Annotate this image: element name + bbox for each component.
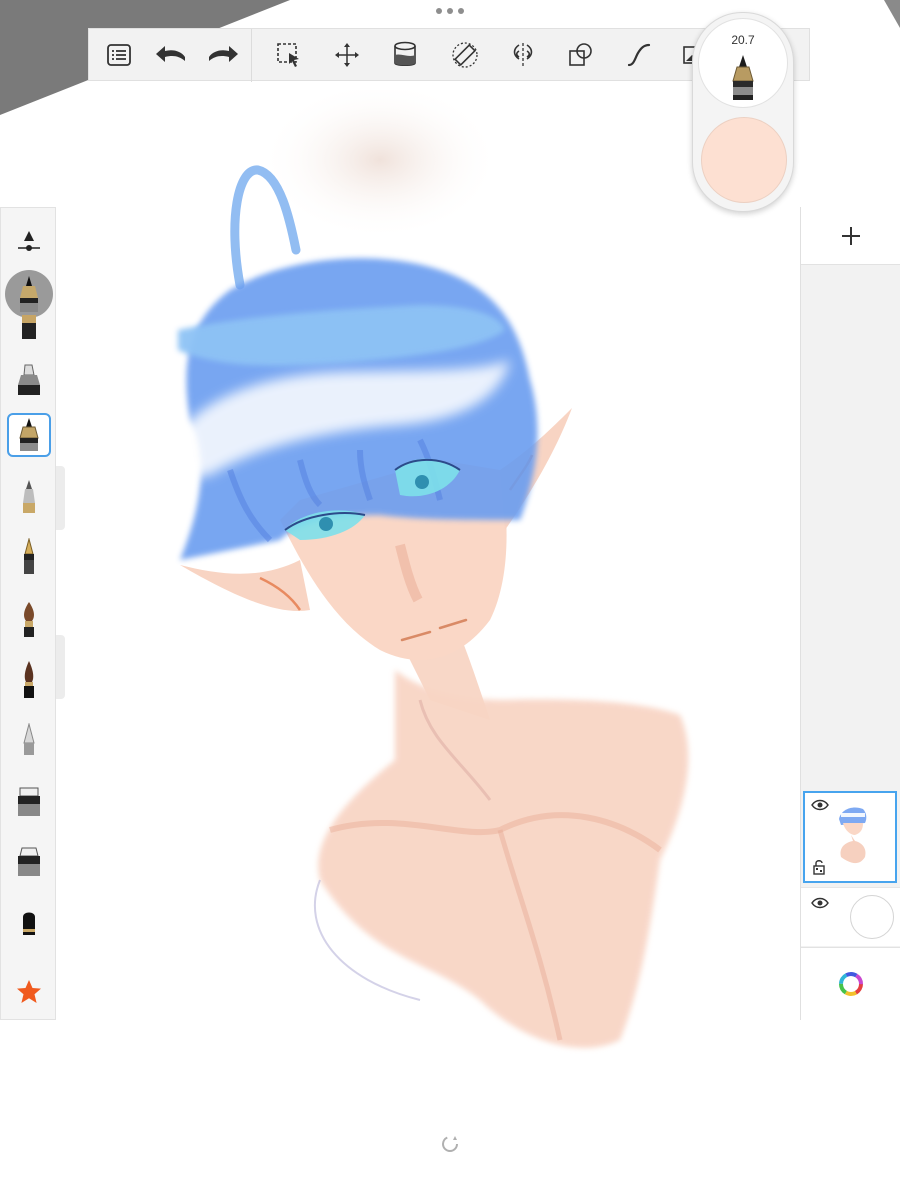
undo-icon[interactable] (153, 37, 189, 73)
inking-pen-icon[interactable] (7, 413, 51, 457)
left-ear (180, 560, 310, 611)
palette-edge-tab[interactable] (56, 466, 65, 530)
sync-icon[interactable] (440, 1134, 460, 1154)
drawing-canvas[interactable] (150, 90, 770, 1080)
more-menu-button[interactable] (436, 6, 464, 16)
paint-brush-icon[interactable] (7, 598, 51, 642)
current-color-swatch[interactable] (701, 117, 787, 203)
add-layer-button[interactable] (801, 207, 900, 265)
canvas-corner-shadow-right (884, 0, 900, 28)
brush-size-control[interactable]: 20.7 (698, 18, 788, 108)
ballpoint-pen-icon[interactable] (7, 475, 51, 519)
eye-icon[interactable] (811, 897, 829, 909)
plus-icon (841, 226, 860, 245)
brush-palette (0, 207, 56, 1020)
toolbar-divider (251, 29, 252, 82)
eraser-soft-icon[interactable] (7, 840, 51, 884)
right-pupil (415, 475, 429, 489)
shapes-icon[interactable] (563, 37, 599, 73)
dot-icon (458, 8, 464, 14)
favorites-star-icon[interactable] (7, 970, 51, 1014)
brush-puck[interactable]: 20.7 (692, 12, 794, 212)
eraser-block-icon[interactable] (7, 780, 51, 824)
curve-icon[interactable] (621, 37, 657, 73)
background-glow (260, 90, 500, 240)
ruler-icon[interactable] (447, 37, 483, 73)
palette-edge-tab[interactable] (56, 635, 65, 699)
brush-size-value: 20.7 (731, 33, 755, 47)
background-color-swatch[interactable] (850, 895, 894, 939)
brush-opacity-slider[interactable] (7, 220, 51, 264)
torso-shape (318, 670, 689, 1048)
transform-icon[interactable] (329, 37, 365, 73)
layers-panel (800, 207, 900, 1020)
lock-icon[interactable] (813, 859, 825, 875)
color-wheel-icon (838, 972, 863, 996)
fill-icon[interactable] (387, 37, 423, 73)
airbrush-icon[interactable] (7, 658, 51, 702)
left-pupil (319, 517, 333, 531)
dot-icon (447, 8, 453, 14)
layer-thumbnail-drawing[interactable] (803, 791, 897, 883)
list-icon[interactable] (101, 37, 137, 73)
fountain-pen-icon[interactable] (7, 535, 51, 579)
marker-brush-icon[interactable] (7, 358, 51, 402)
color-wheel-button[interactable] (801, 947, 900, 1020)
eye-icon[interactable] (811, 799, 829, 811)
layer-background[interactable] (801, 887, 900, 946)
smudge-icon[interactable] (7, 718, 51, 762)
chisel-marker-icon[interactable] (7, 900, 51, 944)
symmetry-icon[interactable] (505, 37, 541, 73)
selection-icon[interactable] (271, 37, 307, 73)
layer-preview-image (839, 807, 867, 864)
inking-pen-icon (732, 55, 754, 100)
pencil-brush-icon[interactable] (7, 308, 51, 352)
dot-icon (436, 8, 442, 14)
redo-icon[interactable] (205, 37, 241, 73)
